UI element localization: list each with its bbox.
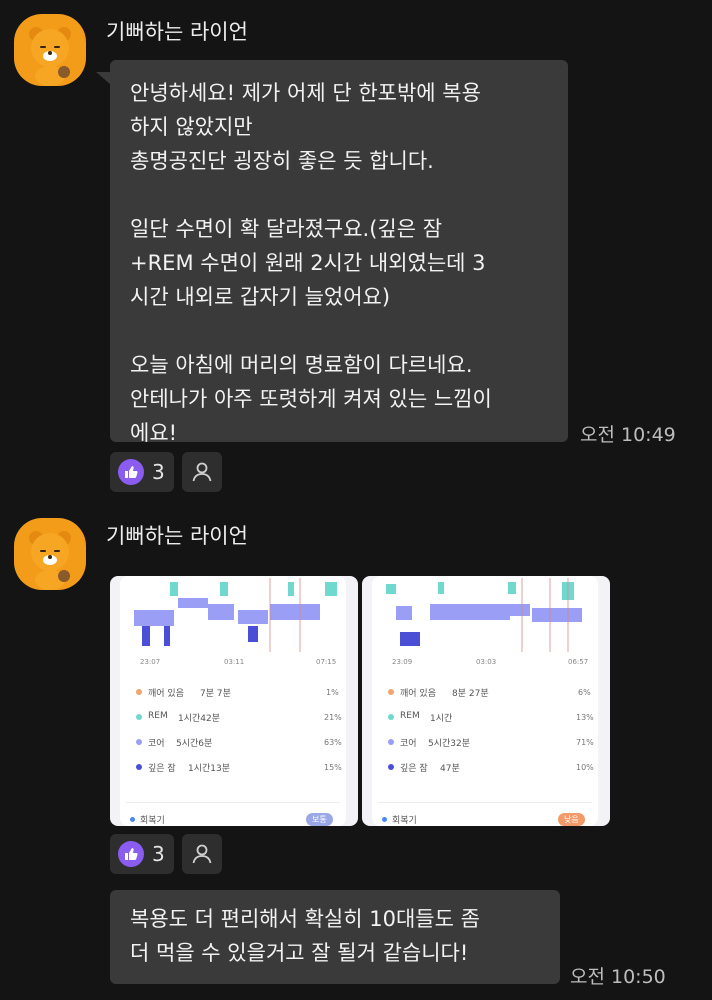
legend-dot xyxy=(388,689,394,695)
message-bubble[interactable]: 안녕하세요! 제가 어제 단 한포밖에 복용 하지 않았지만 총명공진단 굉장히… xyxy=(110,60,568,445)
time-end: 06:57 xyxy=(568,658,589,666)
stage-value: 5시간6분 xyxy=(176,739,213,749)
stage-value: 1시간 xyxy=(430,714,453,724)
legend-dot xyxy=(388,714,394,720)
legend-dot xyxy=(136,689,142,695)
stage-label: 깊은 잠 xyxy=(400,764,428,774)
recovery-section: 회복기 보통 xyxy=(126,802,340,826)
thumbs-up-icon xyxy=(118,459,144,485)
legend-dot xyxy=(388,739,394,745)
message-time: 오전 10:49 xyxy=(580,424,676,446)
person-icon xyxy=(192,462,212,482)
legend-dot xyxy=(136,714,142,720)
stage-pct: 15% xyxy=(324,763,342,772)
ryan-lion-icon xyxy=(29,531,71,590)
stage-label: 깨어 있음 xyxy=(400,689,436,699)
recovery-label: 회복기 xyxy=(140,816,165,826)
time-middle: 03:11 xyxy=(224,658,245,666)
stage-label: REM xyxy=(400,711,420,721)
message-time: 오전 10:50 xyxy=(570,966,666,988)
stage-value: 1시간13분 xyxy=(188,764,231,774)
legend-dot xyxy=(388,764,394,770)
add-reaction-button[interactable] xyxy=(182,834,222,874)
time-end: 07:15 xyxy=(316,658,337,666)
sleep-stage-chart xyxy=(134,578,337,652)
stage-pct: 71% xyxy=(576,738,594,747)
stage-value: 5시간32분 xyxy=(428,739,471,749)
thumbs-up-icon xyxy=(118,841,144,867)
bubble-tail xyxy=(96,72,110,84)
recovery-badge: 낮음 xyxy=(558,813,585,826)
sleep-screenshot-2[interactable]: 23:09 03:03 06:57 깨어 있음 8분 27분 6% REM 1시… xyxy=(362,576,610,826)
stage-pct: 6% xyxy=(578,688,591,697)
message-bubble[interactable]: 복용도 더 편리해서 확실히 10대들도 좀 더 먹을 수 있을거고 잘 될거 … xyxy=(110,890,560,984)
stage-label: 코어 xyxy=(400,739,417,749)
sleep-stage-chart xyxy=(386,578,582,652)
stage-pct: 21% xyxy=(324,713,342,722)
sender-name: 기뻐하는 라이언 xyxy=(106,20,248,44)
sender-name: 기뻐하는 라이언 xyxy=(106,524,248,548)
recovery-badge: 보통 xyxy=(306,813,333,826)
recovery-section: 회복기 낮음 xyxy=(378,802,592,826)
time-start: 23:07 xyxy=(140,658,161,666)
stage-value: 8분 27분 xyxy=(452,689,489,699)
stage-pct: 63% xyxy=(324,738,342,747)
stage-pct: 1% xyxy=(326,688,339,697)
recovery-icon xyxy=(382,817,387,822)
ryan-lion-icon xyxy=(29,27,71,86)
recovery-icon xyxy=(130,817,135,822)
reaction-count: 3 xyxy=(152,460,165,484)
legend-dot xyxy=(136,764,142,770)
person-icon xyxy=(192,844,212,864)
stage-label: 깊은 잠 xyxy=(148,764,176,774)
stage-value: 1시간42분 xyxy=(178,714,221,724)
stage-label: 코어 xyxy=(148,739,165,749)
stage-pct: 13% xyxy=(576,713,594,722)
sleep-screenshot-1[interactable]: 23:07 03:11 07:15 깨어 있음 7분 7분 1% REM 1시간… xyxy=(110,576,358,826)
sleep-card: 23:07 03:11 07:15 깨어 있음 7분 7분 1% REM 1시간… xyxy=(120,576,346,826)
stage-value: 47분 xyxy=(440,764,460,774)
like-reaction[interactable]: 3 xyxy=(110,834,174,874)
sleep-card: 23:09 03:03 06:57 깨어 있음 8분 27분 6% REM 1시… xyxy=(372,576,598,826)
stage-label: 깨어 있음 xyxy=(148,689,184,699)
like-reaction[interactable]: 3 xyxy=(110,452,174,492)
recovery-label: 회복기 xyxy=(392,816,417,826)
ryan-avatar[interactable] xyxy=(14,518,86,590)
stage-label: REM xyxy=(148,711,168,721)
legend-dot xyxy=(136,739,142,745)
stage-pct: 10% xyxy=(576,763,594,772)
ryan-avatar[interactable] xyxy=(14,14,86,86)
stage-value: 7분 7분 xyxy=(200,689,231,699)
reaction-count: 3 xyxy=(152,842,165,866)
add-reaction-button[interactable] xyxy=(182,452,222,492)
time-middle: 03:03 xyxy=(476,658,497,666)
time-start: 23:09 xyxy=(392,658,413,666)
